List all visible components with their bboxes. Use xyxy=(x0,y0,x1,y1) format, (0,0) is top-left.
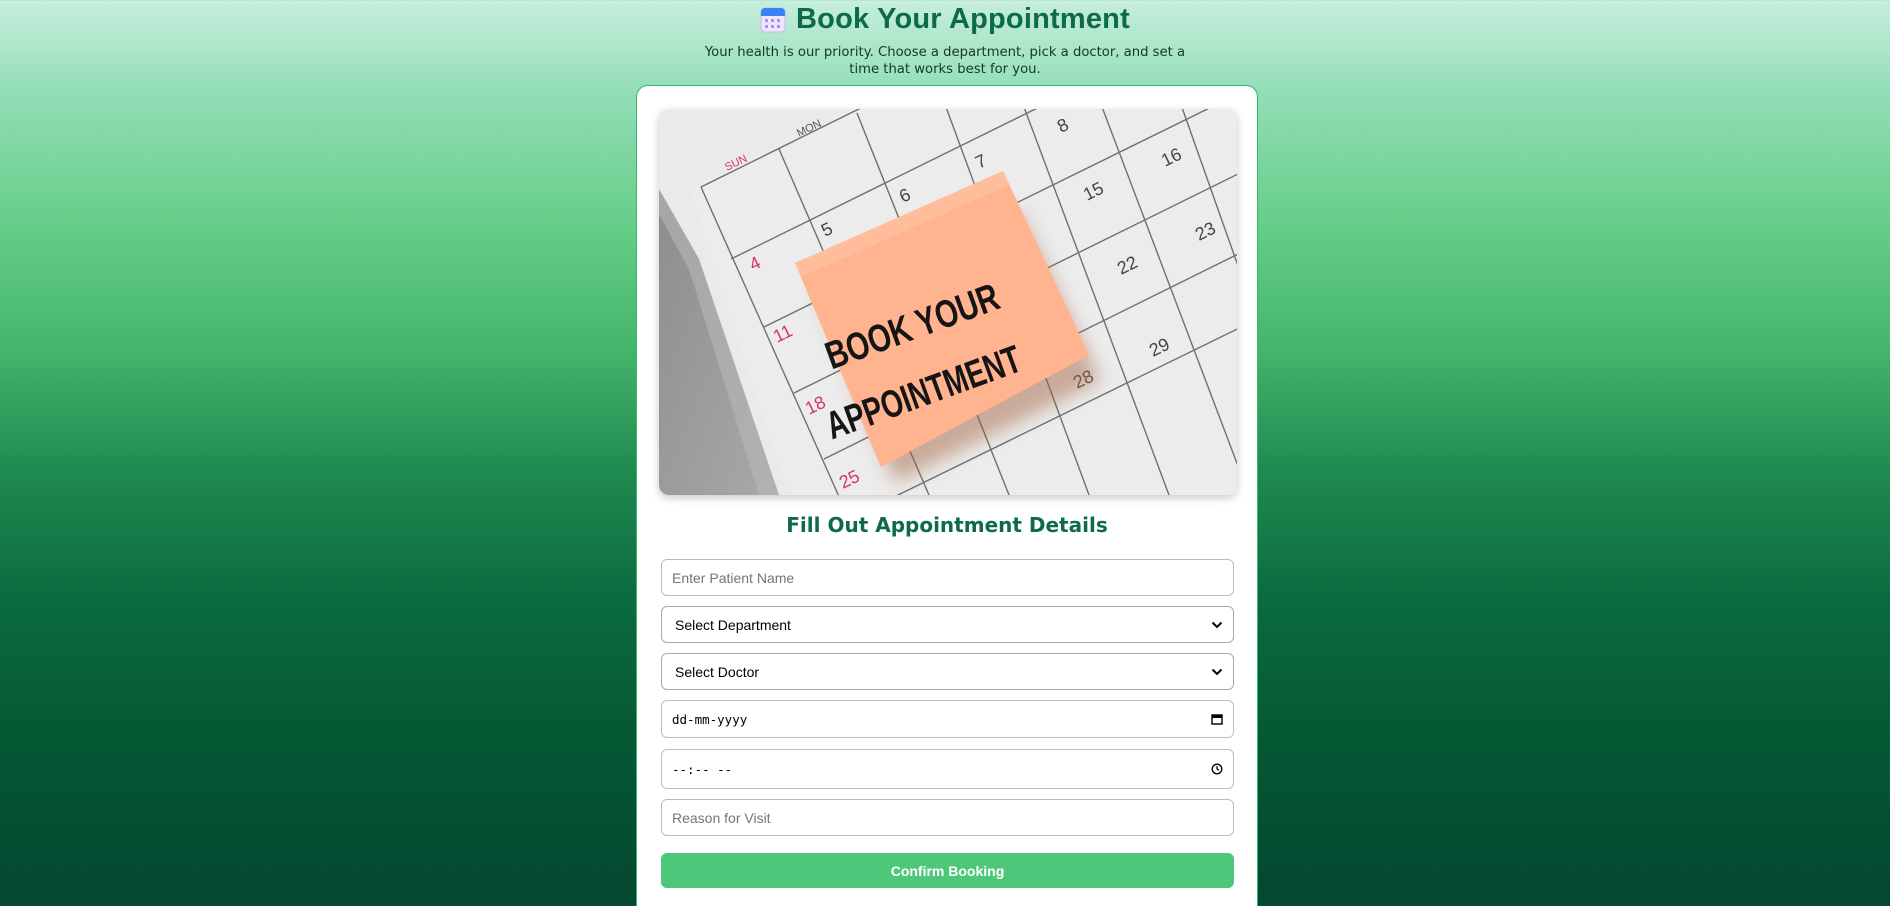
time-placeholder: --:-- -- xyxy=(672,761,733,777)
reason-input[interactable]: Reason for Visit xyxy=(661,799,1234,836)
doctor-selected-value: Select Doctor xyxy=(675,663,760,680)
clock-icon[interactable] xyxy=(1211,763,1223,775)
page-title: Book Your Appointment xyxy=(796,2,1130,35)
department-select[interactable]: Select Department xyxy=(661,606,1234,643)
patient-name-placeholder: Enter Patient Name xyxy=(672,569,795,586)
chevron-down-icon xyxy=(1211,668,1223,675)
calendar-icon xyxy=(760,5,786,33)
calendar-picker-icon[interactable] xyxy=(1211,713,1223,725)
time-input[interactable]: --:-- -- xyxy=(661,749,1234,789)
date-input[interactable]: dd-mm-yyyy xyxy=(661,700,1234,738)
department-selected-value: Select Department xyxy=(675,616,791,633)
doctor-select[interactable]: Select Doctor xyxy=(661,653,1234,690)
reason-placeholder: Reason for Visit xyxy=(672,809,771,826)
chevron-down-icon xyxy=(1211,621,1223,628)
patient-name-input[interactable]: Enter Patient Name xyxy=(661,559,1234,596)
title-row: Book Your Appointment xyxy=(0,2,1890,36)
booking-card: SUN MON 4 5 6 7 8 11 15 16 18 22 23 25 2… xyxy=(636,85,1258,906)
page-subtitle: Your health is our priority. Choose a de… xyxy=(704,45,1186,77)
page-header: Book Your Appointment Your health is our… xyxy=(0,0,1890,78)
confirm-booking-button[interactable]: Confirm Booking xyxy=(661,853,1234,888)
hero-image: SUN MON 4 5 6 7 8 11 15 16 18 22 23 25 2… xyxy=(659,109,1237,495)
date-placeholder: dd-mm-yyyy xyxy=(672,711,748,727)
form-heading: Fill Out Appointment Details xyxy=(786,513,1108,537)
